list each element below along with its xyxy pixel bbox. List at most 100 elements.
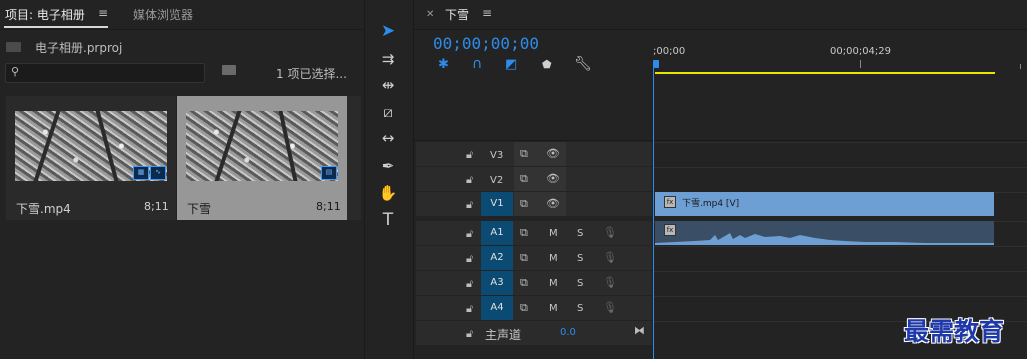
razor-tool-icon[interactable]: ⧄ <box>377 101 399 123</box>
mute-button[interactable]: M <box>549 253 558 264</box>
master-track-label: 主声道 <box>485 328 522 342</box>
sync-lock-icon[interactable]: ⧉ <box>520 276 528 290</box>
divider <box>414 140 1027 141</box>
lock-icon[interactable]: 🔓︎ <box>466 327 473 341</box>
track-select-tool-icon[interactable]: ⇉ <box>377 48 399 70</box>
selection-tool-icon[interactable]: ➤ <box>377 20 399 42</box>
folder-icon <box>6 42 21 52</box>
solo-button[interactable]: S <box>577 228 583 239</box>
tab-media-browser[interactable]: 媒体浏览器 <box>133 6 193 23</box>
sync-lock-icon[interactable]: ⧉ <box>520 197 528 211</box>
pen-tool-icon[interactable]: ✒ <box>377 155 399 177</box>
track-target-v1[interactable]: V1 <box>481 192 513 216</box>
track-lane-a3[interactable] <box>654 271 1027 296</box>
master-volume-value[interactable]: 0.0 <box>560 327 576 338</box>
track-target-a4[interactable]: A4 <box>481 296 513 320</box>
track-lane-v3[interactable] <box>654 142 1027 167</box>
search-icon: ⚲ <box>11 65 20 78</box>
mute-button[interactable]: M <box>549 228 558 239</box>
track-target-a3[interactable]: A3 <box>481 271 513 295</box>
work-area-bar[interactable] <box>655 72 995 74</box>
hand-tool-icon[interactable]: ✋ <box>377 182 399 204</box>
mute-button[interactable]: M <box>549 278 558 289</box>
close-icon[interactable]: ✕ <box>426 9 434 20</box>
lock-icon[interactable]: 🔓︎ <box>466 198 473 212</box>
mute-button[interactable]: M <box>549 303 558 314</box>
tab-sequence[interactable]: 下雪 <box>445 6 469 23</box>
project-panel: 项目: 电子相册 ≡ 媒体浏览器 电子相册.prproj ⚲ 1 项已选择...… <box>0 0 363 359</box>
sequence-duration: 8;11 <box>316 200 341 213</box>
track-lane-a2[interactable] <box>654 246 1027 271</box>
track-label-v3: V3 <box>490 150 504 161</box>
lock-icon[interactable]: 🔓︎ <box>466 302 473 316</box>
fx-badge-icon: fx <box>664 196 676 208</box>
playhead-handle[interactable] <box>653 60 659 68</box>
sequence-menu-icon[interactable]: ≡ <box>482 6 492 20</box>
clip-duration: 8;11 <box>144 200 169 213</box>
ruler-tick-label: ;00;00 <box>653 46 686 57</box>
playhead-line[interactable] <box>653 68 654 359</box>
audio-badge-icon: ∿ <box>150 166 166 180</box>
ripple-edit-tool-icon[interactable]: ⇹ <box>377 74 399 96</box>
add-marker-icon[interactable]: ⬟ <box>542 58 552 71</box>
search-input[interactable]: ⚲ <box>5 63 205 83</box>
track-label-v2: V2 <box>490 175 504 186</box>
tab-project[interactable]: 项目: 电子相册 <box>5 6 85 23</box>
active-tab-underline <box>4 26 108 28</box>
track-header-master <box>416 321 652 345</box>
lock-icon[interactable]: 🔓︎ <box>466 252 473 266</box>
sync-lock-icon[interactable]: ⧉ <box>520 301 528 315</box>
track-target-a1[interactable]: A1 <box>481 221 513 245</box>
voiceover-mic-icon[interactable]: 🎙︎ <box>603 226 617 239</box>
voiceover-mic-icon[interactable]: 🎙︎ <box>603 251 617 264</box>
solo-button[interactable]: S <box>577 253 583 264</box>
clip-name: 下雪.mp4 <box>16 202 71 216</box>
solo-button[interactable]: S <box>577 303 583 314</box>
video-clip-label: 下雪.mp4 [V] <box>682 199 740 209</box>
sequence-thumbnail <box>186 111 338 181</box>
eye-icon[interactable]: 👁︎ <box>546 172 560 185</box>
scroll-area <box>347 96 361 220</box>
voiceover-mic-icon[interactable]: 🎙︎ <box>603 301 617 314</box>
snap-magnet-icon[interactable]: ∩ <box>472 56 482 72</box>
eye-icon[interactable]: 👁︎ <box>546 147 560 160</box>
sync-lock-icon[interactable]: ⧉ <box>520 251 528 265</box>
lock-icon[interactable]: 🔓︎ <box>466 173 473 187</box>
audio-clip[interactable]: fx <box>655 221 994 245</box>
watermark: 最需教育 <box>904 317 1005 346</box>
video-clip[interactable]: fx 下雪.mp4 [V] <box>655 192 994 216</box>
new-bin-icon[interactable] <box>222 65 236 75</box>
hamburger-menu-icon[interactable]: ≡ <box>98 6 108 20</box>
video-badge-icon: ▦ <box>133 166 149 180</box>
sequence-badge-icon: ▤ <box>321 166 337 180</box>
divider <box>414 29 1027 30</box>
linked-selection-icon[interactable]: ◩ <box>505 57 517 72</box>
clip-card[interactable]: ▦ ∿ 下雪.mp4 8;11 <box>6 96 176 220</box>
sequence-card[interactable]: ▤ 下雪 8;11 <box>177 96 347 220</box>
selection-status: 1 项已选择... <box>276 67 347 81</box>
voiceover-mic-icon[interactable]: 🎙︎ <box>603 276 617 289</box>
slip-tool-icon[interactable]: ↔ <box>377 127 399 149</box>
lock-icon[interactable]: 🔓︎ <box>466 148 473 162</box>
go-to-end-icon[interactable]: ⧓ <box>634 324 645 337</box>
track-lane-v2[interactable] <box>654 167 1027 192</box>
playhead-timecode[interactable]: 00;00;00;00 <box>433 34 539 53</box>
sequence-name: 下雪 <box>187 202 212 216</box>
wrench-icon[interactable]: 🔧︎ <box>574 56 592 72</box>
sync-lock-icon[interactable]: ⧉ <box>520 172 528 186</box>
lock-icon[interactable]: 🔓︎ <box>466 277 473 291</box>
nest-icon[interactable]: ✱ <box>438 57 449 72</box>
ruler-tick <box>1020 64 1021 69</box>
type-tool-icon[interactable]: T <box>377 209 399 231</box>
tools-panel: ➤ ⇉ ⇹ ⧄ ↔ ✒ ✋ T <box>364 0 414 359</box>
divider <box>0 29 363 30</box>
sync-lock-icon[interactable]: ⧉ <box>520 147 528 161</box>
audio-waveform <box>655 233 994 245</box>
lock-icon[interactable]: 🔓︎ <box>466 227 473 241</box>
solo-button[interactable]: S <box>577 278 583 289</box>
track-target-a2[interactable]: A2 <box>481 246 513 270</box>
project-file-name: 电子相册.prproj <box>35 41 123 55</box>
eye-icon[interactable]: 👁︎ <box>546 197 560 210</box>
sync-lock-icon[interactable]: ⧉ <box>520 226 528 240</box>
ruler-tick-label: 00;00;04;29 <box>830 46 892 57</box>
